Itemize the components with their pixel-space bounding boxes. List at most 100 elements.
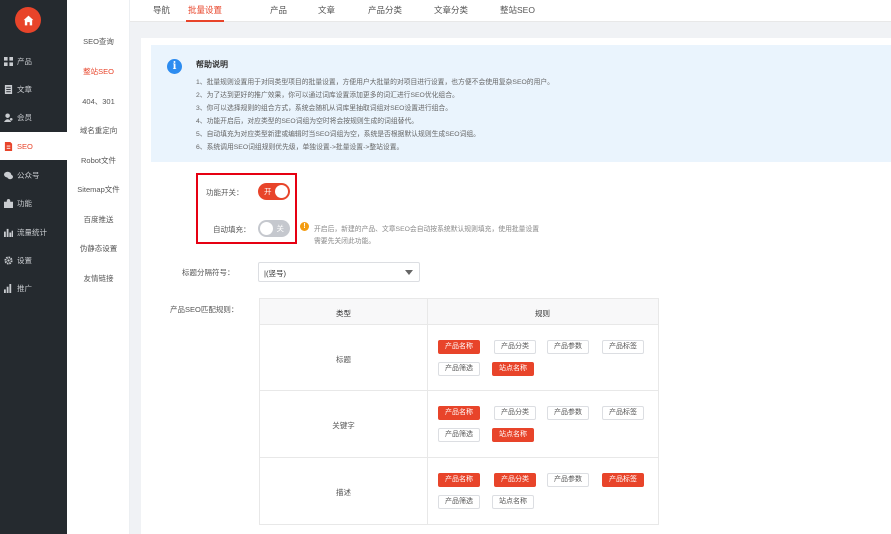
rule-tag[interactable]: 产品分类 (494, 473, 536, 487)
rule-tag[interactable]: 产品分类 (494, 340, 536, 354)
help-line: 4、功能开启后，对应类型的SEO词组为空时将会按规则生成的词组替代。 (196, 118, 419, 125)
sidebar-item-label: 产品 (17, 56, 32, 66)
row-type: 关键字 (332, 421, 355, 430)
wechat-icon (3, 170, 13, 180)
subnav-item-friend-links[interactable]: 友情链接 (67, 273, 130, 284)
rule-tag[interactable]: 站点名称 (492, 362, 534, 376)
auto-fill-toggle[interactable]: 关 (258, 220, 290, 237)
auto-fill-state: 关 (276, 224, 285, 233)
tab-site-seo[interactable]: 整站SEO (500, 4, 535, 16)
user-icon (3, 112, 13, 122)
sidebar-item-function[interactable]: 功能 (0, 189, 67, 217)
rule-tag[interactable]: 产品名称 (438, 406, 480, 420)
feature-switch-label: 功能开关： (206, 188, 244, 197)
switch-knob (260, 222, 273, 235)
help-line: 1、批量规则设置用于对同类型项目的批量设置，方便用户大批量的对项目进行设置，也方… (196, 79, 554, 86)
separator-select[interactable]: |(竖号) (258, 262, 420, 282)
row-type: 标题 (336, 355, 351, 364)
separator-label: 标题分隔符号： (182, 268, 235, 277)
subnav-item-rewrite-settings[interactable]: 伪静态设置 (67, 243, 130, 254)
rule-tag[interactable]: 站点名称 (492, 428, 534, 442)
rule-tag[interactable]: 产品筛选 (438, 428, 480, 442)
rule-tag[interactable]: 产品名称 (438, 340, 480, 354)
sidebar-item-promote[interactable]: 推广 (0, 274, 67, 302)
table-row: 标题 产品名称 产品分类 产品参数 产品标签 产品筛选 站点名称 (260, 325, 658, 391)
sidebar-item-wechat[interactable]: 公众号 (0, 161, 67, 189)
sidebar-item-member[interactable]: 会员 (0, 103, 67, 131)
rule-tag[interactable]: 产品参数 (547, 406, 589, 420)
seo-icon (3, 141, 13, 151)
sidebar-item-label: 功能 (17, 198, 32, 208)
grid-icon (3, 56, 13, 66)
top-tabs: 导航 批量设置 产品 文章 产品分类 文章分类 整站SEO (130, 0, 891, 22)
auto-fill-tip-line: 开启后，新建的产品、文章SEO会自动按系统默认规则填充，使用批量设置 (314, 226, 540, 233)
document-icon (3, 84, 13, 94)
puzzle-icon (3, 198, 13, 208)
gear-icon (3, 255, 13, 265)
rule-tag[interactable]: 产品筛选 (438, 495, 480, 509)
rule-tag[interactable]: 产品标签 (602, 340, 644, 354)
help-line: 2、为了达到更好的推广效果，你可以通过词库设置添加更多的词汇进行SEO优化组合。 (196, 92, 459, 99)
sidebar-item-label: SEO (17, 141, 33, 151)
warning-icon: ! (300, 222, 309, 231)
sidebar-item-label: 公众号 (17, 170, 40, 180)
subnav-item-domain-redirect[interactable]: 域名重定向 (67, 125, 130, 136)
column-header-type: 类型 (336, 309, 351, 318)
auto-fill-tip-line: 需要先关闭此功能。 (314, 238, 376, 245)
subnav-item-404-301[interactable]: 404、301 (67, 96, 130, 107)
sidebar-item-label: 会员 (17, 112, 32, 122)
subnav-item-seo-query[interactable]: SEO查询 (67, 36, 130, 47)
tab-navigation[interactable]: 导航 (153, 4, 170, 16)
tab-article[interactable]: 文章 (318, 4, 335, 16)
rule-tag[interactable]: 产品参数 (547, 340, 589, 354)
row-type: 描述 (336, 488, 351, 497)
main-sidebar: 产品 文章 会员 SEO 公众号 功能 流量统计 设置 推广 (0, 0, 67, 534)
table-row: 描述 产品名称 产品分类 产品参数 产品标签 产品筛选 站点名称 (260, 458, 658, 524)
column-header-rule: 规则 (535, 309, 550, 318)
rule-tag[interactable]: 产品名称 (438, 473, 480, 487)
bar-chart-icon (3, 227, 13, 237)
sidebar-item-seo[interactable]: SEO (0, 132, 67, 160)
rule-label: 产品SEO匹配规则： (170, 305, 239, 314)
home-icon (23, 15, 33, 25)
sidebar-item-settings[interactable]: 设置 (0, 246, 67, 274)
rule-tag[interactable]: 产品筛选 (438, 362, 480, 376)
promote-icon (3, 283, 13, 293)
sidebar-item-traffic[interactable]: 流量统计 (0, 218, 67, 246)
help-line: 3、你可以选择规则的组合方式，系统会随机从词库里抽取词组对SEO设置进行组合。 (196, 105, 453, 112)
rule-table: 类型 规则 标题 产品名称 产品分类 产品参数 产品标签 产品筛选 站点名称 关… (259, 298, 659, 525)
info-icon: i (167, 59, 182, 74)
feature-switch-toggle[interactable]: 开 (258, 183, 290, 200)
sidebar-item-label: 推广 (17, 283, 32, 293)
feature-switch-state: 开 (264, 187, 272, 196)
separator-value: |(竖号) (264, 269, 286, 278)
sidebar-item-label: 设置 (17, 255, 32, 265)
chevron-down-icon (405, 270, 413, 275)
rule-tag[interactable]: 产品分类 (494, 406, 536, 420)
rule-tag[interactable]: 产品参数 (547, 473, 589, 487)
seo-subnav: SEO查询 整站SEO 404、301 域名重定向 Robot文件 Sitema… (67, 0, 130, 534)
tab-product[interactable]: 产品 (270, 4, 287, 16)
subnav-item-site-seo[interactable]: 整站SEO (67, 66, 130, 77)
auto-fill-label: 自动填充： (213, 225, 251, 234)
help-line: 5、自动填充为对应类型新建或编辑时当SEO词组为空，系统是否根据默认规则生成SE… (196, 131, 480, 138)
sidebar-item-article[interactable]: 文章 (0, 75, 67, 103)
subnav-item-robot-file[interactable]: Robot文件 (67, 155, 130, 166)
rule-tag[interactable]: 产品标签 (602, 473, 644, 487)
sidebar-item-product[interactable]: 产品 (0, 47, 67, 75)
sidebar-item-label: 流量统计 (17, 227, 47, 237)
rule-tag[interactable]: 站点名称 (492, 495, 534, 509)
table-header: 类型 规则 (260, 299, 658, 325)
sidebar-item-label: 文章 (17, 84, 32, 94)
help-panel: i 帮助说明 1、批量规则设置用于对同类型项目的批量设置，方便用户大批量的对项目… (151, 45, 891, 162)
help-title: 帮助说明 (196, 60, 228, 69)
tab-product-category[interactable]: 产品分类 (368, 4, 402, 16)
subnav-item-baidu-push[interactable]: 百度推送 (67, 214, 130, 225)
tab-batch-settings[interactable]: 批量设置 (185, 4, 225, 22)
home-logo[interactable] (15, 7, 41, 33)
subnav-item-sitemap-file[interactable]: Sitemap文件 (67, 184, 130, 195)
switch-knob (275, 185, 288, 198)
table-row: 关键字 产品名称 产品分类 产品参数 产品标签 产品筛选 站点名称 (260, 391, 658, 458)
tab-article-category[interactable]: 文章分类 (434, 4, 468, 16)
rule-tag[interactable]: 产品标签 (602, 406, 644, 420)
